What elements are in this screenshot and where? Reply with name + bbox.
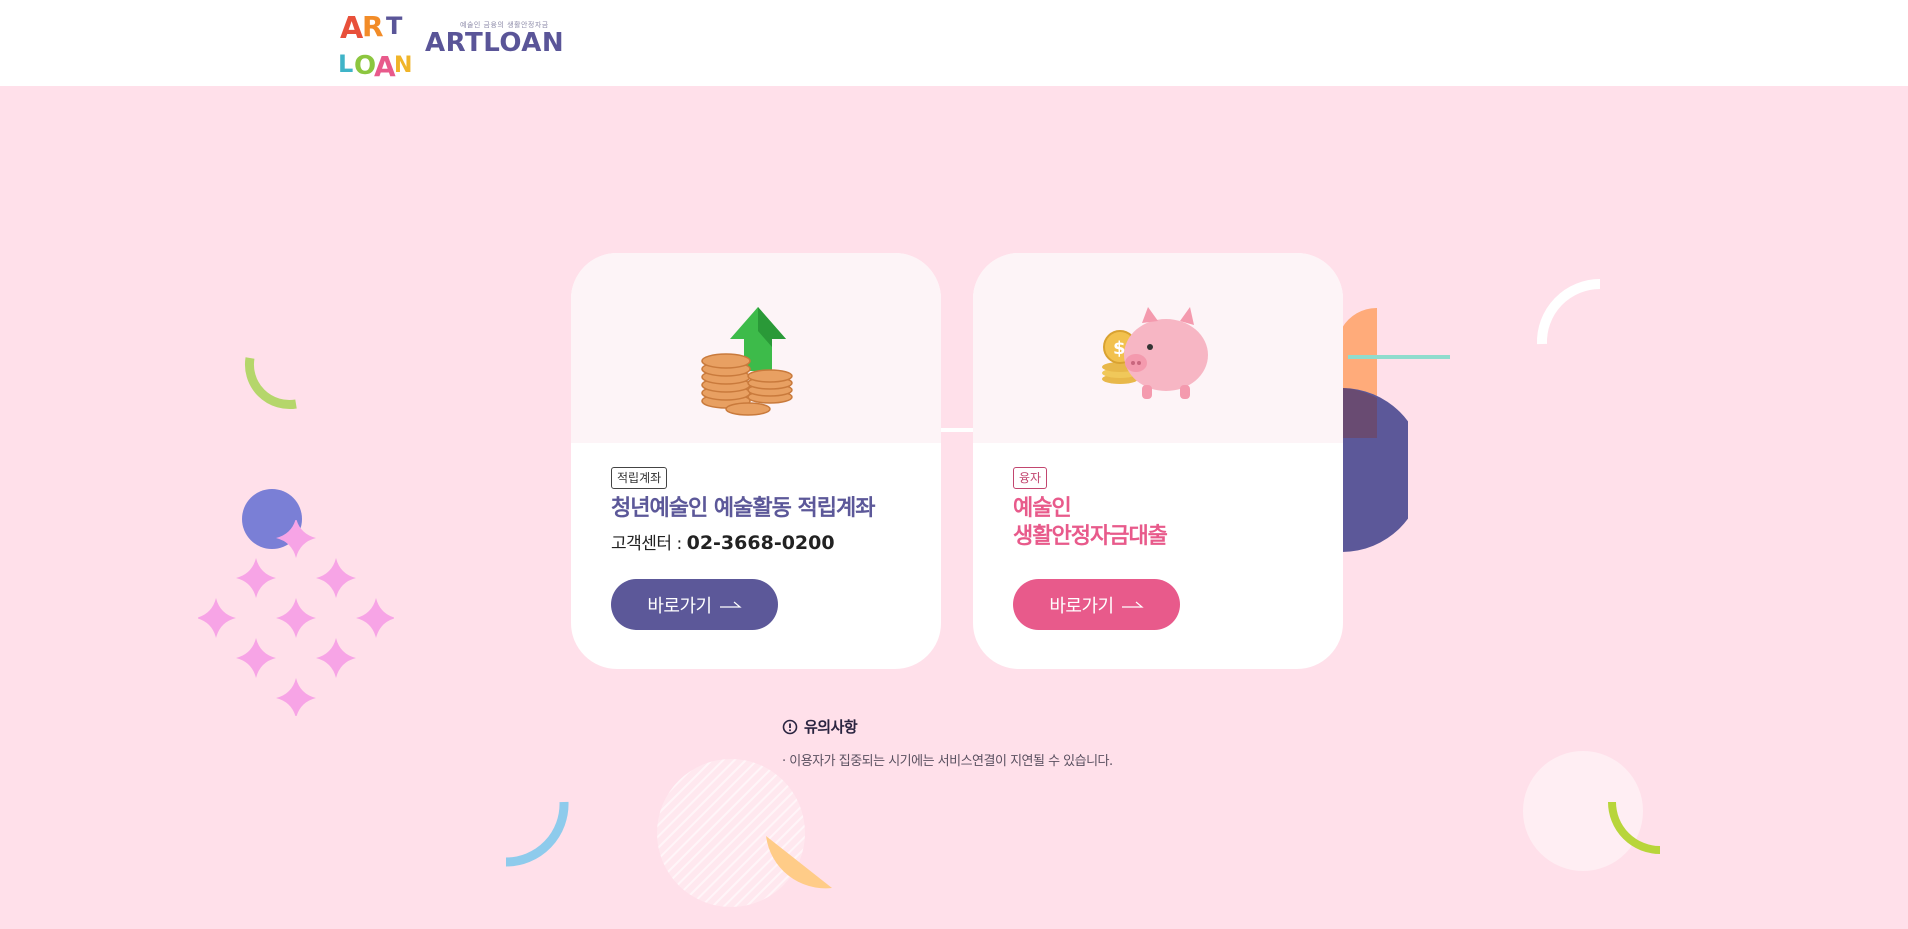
decor-navy-half-circle [1342, 388, 1408, 552]
svg-text:L: L [338, 50, 353, 78]
svg-text:A: A [340, 11, 364, 46]
card-connector [940, 428, 974, 432]
svg-text:T: T [386, 12, 403, 40]
svg-text:N: N [394, 53, 412, 78]
card-title: 예술인 생활안정자금대출 [1013, 495, 1168, 551]
customer-center-label: 고객센터 : [611, 534, 687, 554]
piggy-bank-icon: $ [1102, 307, 1208, 399]
decor-striped-circle [657, 759, 832, 907]
svg-text:$: $ [1113, 338, 1126, 359]
coins-arrow-up-icon [701, 307, 793, 416]
notice-item: · 이용자가 집중되는 시기에는 서비스연결이 지연될 수 있습니다. [782, 754, 1113, 769]
category-tag: 적립계좌 [611, 467, 668, 489]
card-title: 청년예술인 예술활동 적립계좌 [611, 496, 875, 521]
savings-account-card: 적립계좌 청년예술인 예술활동 적립계좌 고객센터 : 02-3668-0200… [571, 253, 941, 669]
decor-lightblue-arc [505, 801, 569, 867]
svg-text:A: A [374, 50, 396, 80]
arrow-right-icon [1121, 601, 1144, 608]
card-image-area [571, 253, 941, 443]
button-label: 바로가기 [647, 595, 712, 617]
notice-title-text: 유의사항 [804, 718, 858, 736]
button-label: 바로가기 [1049, 595, 1114, 617]
living-loan-card: $ 융자 예술인 생활안정자금대출 바로가기 [973, 253, 1343, 669]
arrow-right-icon [719, 601, 742, 608]
decor-green-arc-left [244, 357, 297, 410]
go-savings-button[interactable]: 바로가기 [611, 579, 778, 630]
decor-teal-line [1348, 355, 1450, 359]
customer-center-number: 02-3668-0200 [686, 532, 835, 554]
go-loan-button[interactable]: 바로가기 [1013, 579, 1180, 630]
site-header: A R T L O A N 예술인 금융의 생활안정자금 ARTLOAN [0, 0, 1908, 86]
customer-center: 고객센터 : 02-3668-0200 [611, 529, 835, 554]
logo-wordmark: ARTLOAN [425, 28, 565, 58]
card-title-line2: 생활안정자금대출 [1013, 524, 1168, 549]
card-image-area: $ [973, 253, 1343, 443]
decor-lime-arc [1608, 801, 1661, 854]
card-title-line1: 예술인 [1013, 496, 1072, 521]
svg-text:R: R [362, 10, 384, 43]
decor-pink-stars [198, 520, 394, 716]
notice-section: 유의사항 · 이용자가 집중되는 시기에는 서비스연결이 지연될 수 있습니다. [782, 716, 1113, 769]
notice-title: 유의사항 [782, 716, 1113, 737]
svg-text:O: O [354, 51, 376, 80]
artloan-logo[interactable]: A R T L O A N 예술인 금융의 생활안정자금 ARTLOAN [336, 6, 564, 80]
logo-mark-icon: A R T L O A N [338, 8, 412, 80]
info-circle-icon [782, 719, 798, 734]
category-tag: 융자 [1013, 467, 1048, 489]
decor-white-arc-right [1536, 279, 1601, 345]
